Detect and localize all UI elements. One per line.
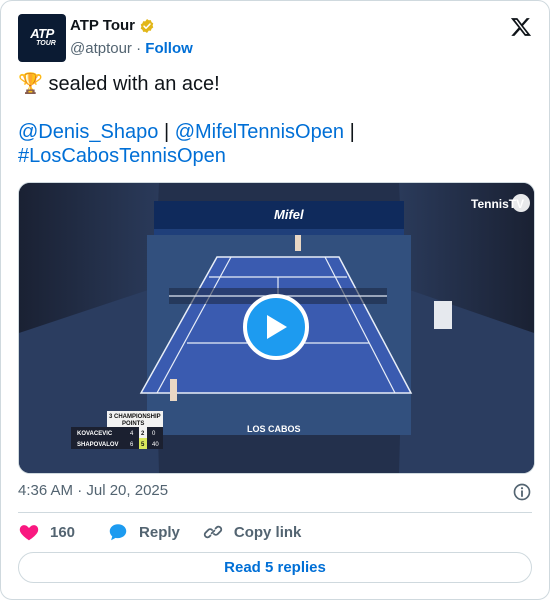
tweet-line-hashtag: #LosCabosTennisOpen bbox=[18, 144, 533, 168]
author-handle[interactable]: @atptour bbox=[70, 40, 132, 57]
avatar[interactable]: ATP TOUR bbox=[18, 14, 66, 62]
like-count: 160 bbox=[50, 523, 76, 541]
scoreboard-points-2: 40 bbox=[152, 442, 159, 448]
action-bar: 160 Reply Copy link bbox=[18, 520, 301, 544]
avatar-text-tour: TOUR bbox=[36, 40, 56, 47]
x-logo-icon[interactable] bbox=[510, 16, 532, 38]
court-text: LOS CABOS bbox=[247, 424, 301, 434]
tweet-header: ATP TOUR ATP Tour @atptour · Follow bbox=[18, 14, 532, 62]
author-name-row: ATP Tour bbox=[70, 17, 155, 34]
scoreboard-player-1: KOVACEVIC bbox=[77, 431, 113, 437]
hashtag-los-cabos[interactable]: #LosCabosTennisOpen bbox=[18, 145, 226, 167]
verified-badge-icon bbox=[140, 18, 154, 33]
scoreboard-title-2: POINTS bbox=[122, 421, 144, 427]
tweet-card: ATP TOUR ATP Tour @atptour · Follow 🏆 se… bbox=[0, 0, 550, 600]
scoreboard-player-2: SHAPOVALOV bbox=[77, 442, 119, 448]
tweet-line-1: 🏆 sealed with an ace! bbox=[18, 73, 220, 95]
divider bbox=[18, 512, 532, 513]
follow-button[interactable]: Follow bbox=[145, 40, 193, 57]
tweet-line-mentions: @Denis_Shapo | @MifelTennisOpen | bbox=[18, 120, 533, 144]
mention-mifel-tennis-open[interactable]: @MifelTennisOpen bbox=[175, 121, 344, 143]
handle-separator: · bbox=[136, 40, 142, 57]
author-handle-row: @atptour · Follow bbox=[70, 40, 193, 57]
author-display-name[interactable]: ATP Tour bbox=[70, 17, 135, 34]
video-player[interactable]: Mifel LOS CABOS TennisTV 3 CHAMPIONSHIP … bbox=[18, 182, 535, 474]
link-icon bbox=[203, 525, 223, 539]
watermark-text: TennisTV bbox=[471, 197, 524, 211]
copy-link-button[interactable]: Copy link bbox=[202, 521, 302, 543]
play-button[interactable] bbox=[243, 294, 309, 360]
tweet-text: 🏆 sealed with an ace! @Denis_Shapo | @Mi… bbox=[18, 72, 533, 168]
mention-denis-shapo[interactable]: @Denis_Shapo bbox=[18, 121, 158, 143]
avatar-text-atp: ATP bbox=[30, 26, 54, 41]
banner-text: Mifel bbox=[274, 207, 304, 222]
tweet-meta-row: 4:36 AM · Jul 20, 2025 bbox=[18, 482, 532, 502]
scoreboard-title-1: 3 CHAMPIONSHIP bbox=[109, 414, 161, 420]
reply-label: Reply bbox=[139, 523, 180, 541]
pipe-separator: | bbox=[163, 121, 170, 143]
pipe-separator: | bbox=[349, 121, 355, 143]
reply-button[interactable]: Reply bbox=[107, 521, 180, 543]
heart-icon bbox=[19, 525, 39, 541]
play-icon bbox=[267, 315, 287, 339]
like-button[interactable]: 160 bbox=[18, 521, 75, 543]
reply-bubble-icon bbox=[109, 524, 127, 541]
read-replies-button[interactable]: Read 5 replies bbox=[18, 552, 532, 583]
timestamp[interactable]: 4:36 AM · Jul 20, 2025 bbox=[18, 482, 168, 499]
info-icon[interactable] bbox=[512, 482, 532, 502]
copy-link-label: Copy link bbox=[233, 523, 302, 541]
